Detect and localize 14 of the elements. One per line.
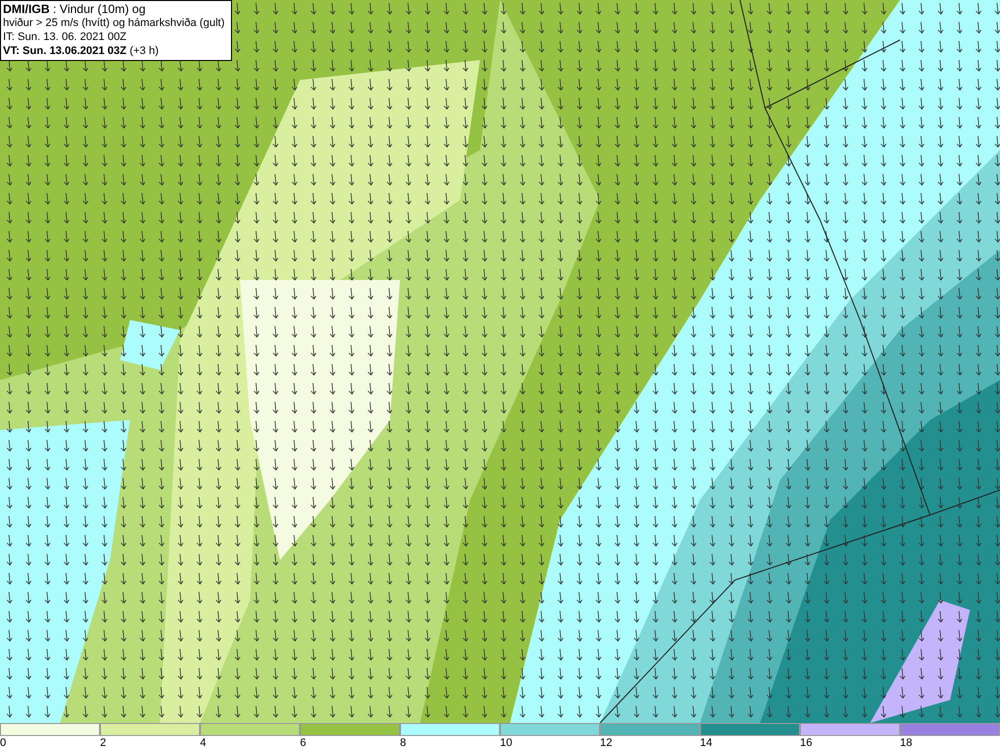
title-line: DMI/IGB : Vindur (10m) og — [3, 2, 146, 16]
legend-tick-label: 18 — [900, 736, 912, 750]
title-line: hviður > 25 m/s (hvítt) og hámarkshviða (gult) — [3, 16, 225, 30]
legend-tick-label: 10 — [500, 736, 512, 750]
legend-tick-label: 4 — [200, 736, 206, 750]
legend-tick-label: 12 — [600, 736, 612, 750]
legend-tick-label: 6 — [300, 736, 306, 750]
title-line: IT: Sun. 13. 06. 2021 00Z — [3, 30, 128, 44]
legend-tick-label: 8 — [400, 736, 406, 750]
legend-tick-label: 16 — [800, 736, 812, 750]
legend-tick-label: 14 — [700, 736, 712, 750]
legend-tick-label: 0 — [0, 736, 6, 750]
title-line: VT: Sun. 13.06.2021 03Z (+3 h) — [3, 44, 160, 58]
legend-tick-label: 2 — [100, 736, 106, 750]
